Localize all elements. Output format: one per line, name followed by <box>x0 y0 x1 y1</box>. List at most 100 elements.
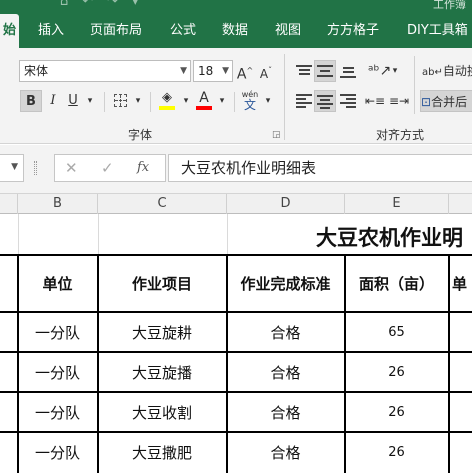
header-cell-unit[interactable]: 单位 <box>18 256 97 311</box>
ribbon: 宋体 ▼ 18 ▼ A^ Aˇ B I U ▾ ▾ ◈ ▾ A ▾ wén 文 ▾… <box>0 48 472 144</box>
font-color-icon[interactable]: A <box>194 90 214 112</box>
chevron-down-icon[interactable]: ▾ <box>180 90 192 112</box>
align-center-button[interactable] <box>314 90 336 112</box>
cancel-icon[interactable]: ✕ <box>65 159 78 177</box>
column-headers: B C D E <box>0 193 472 214</box>
quick-access-icons: ⌂↶↷▾ <box>60 0 153 9</box>
table-cell-task[interactable]: 大豆撒肥 <box>98 433 226 471</box>
merge-center-button[interactable]: ⊡合并后 <box>420 90 472 112</box>
ribbon-tabs: 始 插入 页面布局 公式 数据 视图 方方格子 DIY工具箱 <box>0 14 472 48</box>
enter-icon[interactable]: ✓ <box>101 159 114 177</box>
title-bar: ⌂↶↷▾ 工作簿 <box>0 0 472 14</box>
header-cell-standard[interactable]: 作业完成标准 <box>227 256 344 311</box>
tab-page-layout[interactable]: 页面布局 <box>90 14 142 48</box>
sheet-title-cell[interactable]: 大豆农机作业明 <box>316 222 463 252</box>
header-cell-next[interactable]: 单 <box>452 256 472 311</box>
tab-view[interactable]: 视图 <box>275 14 301 48</box>
table-cell-task[interactable]: 大豆旋耕 <box>98 313 226 351</box>
orientation-icon[interactable]: ᵃᵇ↗ <box>368 60 391 82</box>
table-cell-unit[interactable]: 一分队 <box>18 313 97 351</box>
chevron-down-icon: ▼ <box>180 66 187 76</box>
increase-font-size-icon[interactable]: A^ <box>236 60 254 83</box>
divider <box>284 54 285 140</box>
alignment-group-label: 对齐方式 <box>376 128 425 142</box>
table-cell-area[interactable]: 65 <box>345 313 448 351</box>
worksheet-grid: 大豆农机作业明 单位 作业项目 作业完成标准 面积（亩） 单 一分队 大豆旋耕 … <box>0 214 472 473</box>
table-cell-unit[interactable]: 一分队 <box>18 353 97 391</box>
underline-button[interactable]: U <box>64 90 82 112</box>
chevron-down-icon[interactable]: ▾ <box>84 90 96 112</box>
align-right-icon[interactable] <box>340 94 356 108</box>
align-bottom-icon[interactable] <box>340 64 356 78</box>
tab-home[interactable]: 始 <box>0 14 20 48</box>
table-border <box>448 254 450 473</box>
table-cell-unit[interactable]: 一分队 <box>18 393 97 431</box>
divider <box>234 92 235 112</box>
table-cell-task[interactable]: 大豆旋播 <box>98 353 226 391</box>
column-header-a[interactable] <box>0 194 18 214</box>
decrease-indent-icon[interactable]: ⇤≡ <box>364 90 386 112</box>
font-name-select[interactable]: 宋体 ▼ <box>19 60 191 82</box>
wrap-text-button[interactable]: ab↵自动换 <box>422 60 472 82</box>
font-size-select[interactable]: 18 ▼ <box>193 60 233 82</box>
gridline <box>18 214 19 254</box>
divider <box>104 92 105 112</box>
resize-handle[interactable] <box>34 161 37 175</box>
gridline <box>227 214 228 254</box>
table-cell-area[interactable]: 26 <box>345 433 448 471</box>
formula-input[interactable]: 大豆农机作业明细表 <box>168 154 472 182</box>
formula-bar: ▼ ✕ ✓ fx 大豆农机作业明细表 <box>0 145 472 193</box>
tab-fangfang-gezi[interactable]: 方方格子 <box>327 14 379 48</box>
table-cell-standard[interactable]: 合格 <box>227 433 344 471</box>
header-cell-task[interactable]: 作业项目 <box>98 256 226 311</box>
chevron-down-icon[interactable]: ▾ <box>390 60 400 82</box>
table-cell-area[interactable]: 26 <box>345 353 448 391</box>
table-cell-unit[interactable]: 一分队 <box>18 433 97 471</box>
tab-insert[interactable]: 插入 <box>38 14 64 48</box>
insert-function-icon[interactable]: fx <box>137 160 149 175</box>
document-name: 工作簿 <box>433 0 466 11</box>
tab-data[interactable]: 数据 <box>222 14 248 48</box>
align-top-icon[interactable] <box>296 64 312 78</box>
table-cell-area[interactable]: 26 <box>345 393 448 431</box>
increase-indent-icon[interactable]: ≡⇥ <box>388 90 410 112</box>
tab-diy-toolbox[interactable]: DIY工具箱 <box>407 14 468 48</box>
column-header-c[interactable]: C <box>98 194 227 214</box>
font-color-swatch <box>196 106 212 110</box>
italic-button[interactable]: I <box>44 90 62 112</box>
merge-icon: ⊡ <box>421 95 432 109</box>
column-header-e[interactable]: E <box>345 194 449 214</box>
fill-color-icon[interactable]: ◈ <box>156 90 178 112</box>
dialog-launcher-icon[interactable]: ◲ <box>272 130 281 140</box>
chevron-down-icon: ▼ <box>11 162 18 172</box>
gridline <box>98 214 99 254</box>
tab-formulas[interactable]: 公式 <box>170 14 196 48</box>
table-cell-standard[interactable]: 合格 <box>227 353 344 391</box>
font-name-value: 宋体 <box>24 64 49 78</box>
border-icon[interactable] <box>110 90 130 112</box>
header-cell-area[interactable]: 面积（亩） <box>345 256 448 311</box>
font-size-value: 18 <box>198 64 214 78</box>
table-cell-standard[interactable]: 合格 <box>227 393 344 431</box>
column-header-f[interactable] <box>449 194 472 214</box>
decrease-font-size-icon[interactable]: Aˇ <box>257 60 275 82</box>
table-cell-task[interactable]: 大豆收割 <box>98 393 226 431</box>
column-header-d[interactable]: D <box>227 194 345 214</box>
divider <box>150 92 151 112</box>
chevron-down-icon[interactable]: ▾ <box>262 90 274 112</box>
name-box[interactable]: ▼ <box>0 154 24 182</box>
chevron-down-icon[interactable]: ▾ <box>132 90 144 112</box>
chevron-down-icon: ▼ <box>222 66 229 76</box>
wrap-text-icon: ab↵ <box>422 67 443 78</box>
bold-button[interactable]: B <box>20 90 42 112</box>
table-cell-standard[interactable]: 合格 <box>227 313 344 351</box>
phonetic-guide-icon[interactable]: wén 文 <box>240 88 260 111</box>
fill-color-swatch <box>159 106 175 110</box>
align-left-icon[interactable] <box>296 94 312 108</box>
font-group-label: 字体 <box>128 128 153 142</box>
formula-buttons: ✕ ✓ fx <box>54 154 166 182</box>
column-header-b[interactable]: B <box>18 194 98 214</box>
chevron-down-icon[interactable]: ▾ <box>216 90 228 112</box>
divider <box>414 56 415 114</box>
align-middle-button[interactable] <box>314 60 336 82</box>
